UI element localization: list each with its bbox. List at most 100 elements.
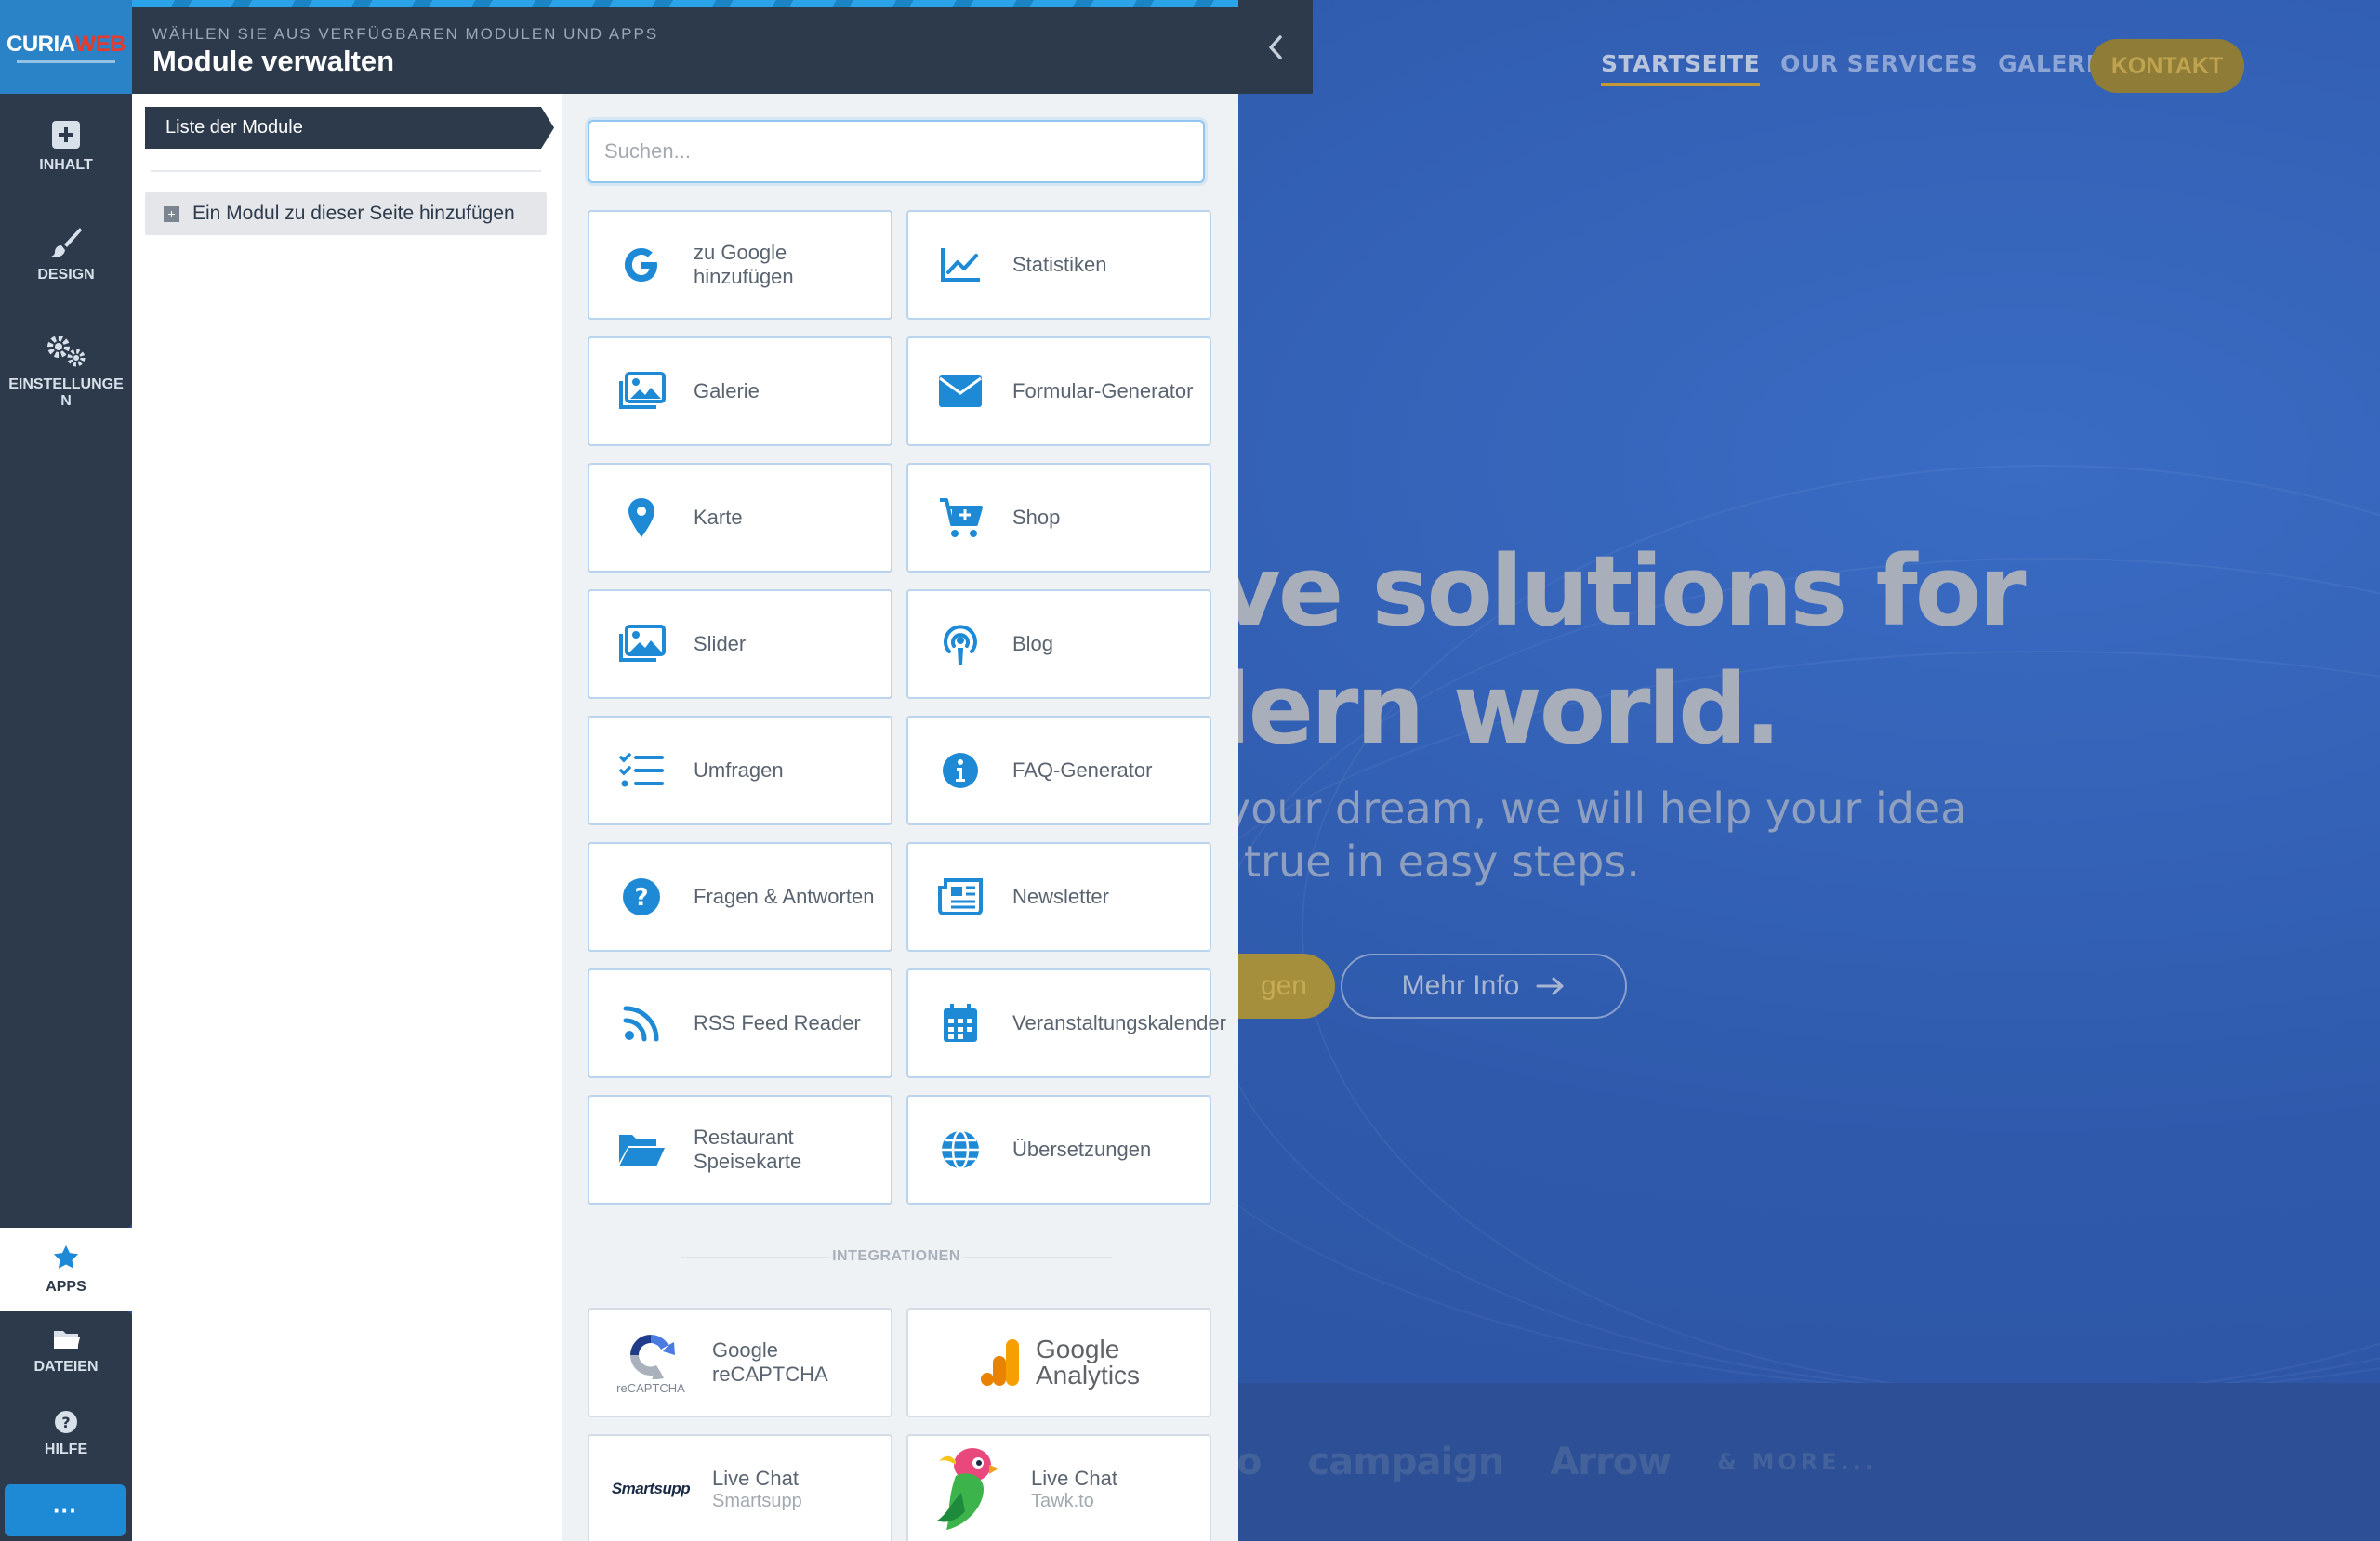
question-circle-icon: ? bbox=[623, 878, 660, 915]
integration-card-label: Live Chat bbox=[1031, 1467, 1117, 1490]
site-nav-services[interactable]: OUR SERVICES bbox=[1780, 50, 1977, 86]
podcast-icon bbox=[944, 625, 977, 665]
module-card-formular[interactable]: Formular-Generator bbox=[906, 336, 1211, 446]
sidebar-item-hilfe[interactable]: ? HILFE bbox=[0, 1410, 132, 1458]
google-icon bbox=[625, 248, 657, 282]
question-icon: ? bbox=[55, 1411, 77, 1433]
module-card-shop[interactable]: Shop bbox=[906, 463, 1211, 573]
svg-text:?: ? bbox=[634, 884, 648, 912]
hero-title-line2: lern world. bbox=[1218, 652, 1781, 766]
sidebar-item-label: DATEIEN bbox=[33, 1359, 99, 1375]
module-list-pane: Liste der Module + Ein Modul zu dieser S… bbox=[132, 94, 562, 1541]
sidebar-item-design[interactable]: DESIGN bbox=[0, 226, 132, 283]
hero-more-info-button[interactable]: Mehr Info bbox=[1341, 954, 1627, 1019]
integration-card-smartsupp[interactable]: Smartsupp Live Chat Smartsupp bbox=[588, 1434, 892, 1541]
collapse-panel-button[interactable] bbox=[1238, 0, 1313, 94]
newspaper-icon bbox=[938, 878, 983, 915]
recaptcha-icon bbox=[630, 1334, 675, 1379]
star-icon bbox=[53, 1245, 79, 1269]
plus-icon: + bbox=[164, 205, 179, 222]
module-card-label: Karte bbox=[694, 506, 743, 529]
module-card-uebersetzungen[interactable]: Übersetzungen bbox=[906, 1095, 1211, 1205]
gallery-icon bbox=[619, 372, 666, 409]
module-card-speisekarte[interactable]: Restaurant Speisekarte bbox=[588, 1095, 892, 1205]
module-card-karte[interactable]: Karte bbox=[588, 463, 892, 573]
integration-card-sublabel: Smartsupp bbox=[712, 1491, 802, 1511]
tawk-parrot-icon bbox=[937, 1448, 998, 1530]
integration-card-tawk[interactable]: Live Chat Tawk.to bbox=[906, 1434, 1211, 1541]
module-card-rss[interactable]: RSS Feed Reader bbox=[588, 968, 892, 1078]
sidebar-item-apps[interactable]: APPS bbox=[0, 1228, 132, 1311]
search-input[interactable] bbox=[588, 120, 1205, 183]
chevron-left-icon bbox=[1269, 34, 1282, 59]
module-card-umfragen[interactable]: Umfragen bbox=[588, 716, 892, 825]
module-card-label: Restaurant Speisekarte bbox=[694, 1126, 802, 1173]
globe-icon bbox=[942, 1129, 979, 1170]
sidebar-item-einstellungen[interactable]: EINSTELLUNGEN bbox=[0, 334, 132, 410]
partner-logo: campaign bbox=[1307, 1441, 1504, 1483]
app-logo[interactable]: CURIAWEB bbox=[0, 0, 132, 94]
integrations-heading: INTEGRATIONEN bbox=[588, 1248, 1205, 1265]
sidebar-item-label: DESIGN bbox=[37, 267, 95, 283]
module-card-label: Umfragen bbox=[694, 758, 784, 782]
site-nav-startseite[interactable]: STARTSEITE bbox=[1601, 50, 1761, 86]
integration-card-label: Google Analytics bbox=[1036, 1335, 1141, 1390]
partner-logo-more: & MORE... bbox=[1717, 1449, 1877, 1475]
add-module-button[interactable]: + Ein Modul zu dieser Seite hinzufügen bbox=[145, 192, 547, 235]
hero-title-line1: ve solutions for bbox=[1218, 534, 2027, 648]
smartsupp-logo: Smartsupp bbox=[611, 1480, 691, 1497]
module-card-label: Veranstaltungskalender bbox=[1012, 1011, 1226, 1034]
partner-logo: o bbox=[1236, 1441, 1263, 1483]
module-card-label: RSS Feed Reader bbox=[694, 1011, 861, 1034]
module-card-label: Formular-Generator bbox=[1012, 379, 1194, 402]
module-card-label: FAQ-Generator bbox=[1012, 758, 1153, 782]
hero-subtitle-line1: your dream, we will help your idea bbox=[1225, 784, 1967, 834]
module-card-slider[interactable]: Slider bbox=[588, 589, 892, 699]
module-card-label: zu Google hinzufügen bbox=[694, 241, 794, 288]
module-card-label: Blog bbox=[1012, 632, 1054, 655]
module-card-label: Übersetzungen bbox=[1012, 1138, 1152, 1161]
module-card-galerie[interactable]: Galerie bbox=[588, 336, 892, 446]
sidebar-item-inhalt[interactable]: INHALT bbox=[0, 120, 132, 174]
analytics-icon bbox=[981, 1339, 1019, 1386]
sidebar-item-label: INHALT bbox=[39, 157, 93, 173]
tab-module-list[interactable]: Liste der Module bbox=[145, 107, 554, 149]
integration-card-label: Live Chat bbox=[712, 1467, 799, 1490]
gears-icon bbox=[47, 336, 86, 367]
module-card-fragen[interactable]: ? Fragen & Antworten bbox=[588, 842, 892, 952]
hero-more-info-label: Mehr Info bbox=[1401, 970, 1520, 1001]
integration-card-sublabel: Tawk.to bbox=[1031, 1491, 1094, 1511]
integration-card-label: Google reCAPTCHA bbox=[712, 1338, 828, 1386]
logo-text-b: WEB bbox=[74, 31, 126, 57]
header-stripe bbox=[132, 0, 1238, 7]
module-card-kalender[interactable]: Veranstaltungskalender bbox=[906, 968, 1226, 1078]
module-card-blog[interactable]: Blog bbox=[906, 589, 1211, 699]
brush-icon bbox=[51, 228, 82, 257]
header-kicker: WÄHLEN SIE AUS VERFÜGBAREN MODULEN UND A… bbox=[152, 25, 659, 43]
module-card-faq[interactable]: FAQ-Generator bbox=[906, 716, 1211, 825]
checklist-icon bbox=[619, 753, 664, 787]
calendar-icon bbox=[944, 1004, 977, 1042]
more-options-button[interactable]: ··· bbox=[5, 1484, 126, 1536]
integration-card-analytics[interactable]: Google Analytics bbox=[906, 1308, 1211, 1417]
rss-icon bbox=[623, 1006, 659, 1042]
module-card-google[interactable]: zu Google hinzufügen bbox=[588, 210, 892, 320]
line-chart-icon bbox=[941, 248, 980, 282]
main-sidebar: INHALT DESIGN EINSTELLUNGEN bbox=[0, 94, 132, 1228]
partner-logos: o campaign Arrow & MORE... bbox=[1236, 1383, 2380, 1541]
folder-icon bbox=[54, 1331, 80, 1349]
recaptcha-caption: reCAPTCHA bbox=[616, 1380, 685, 1395]
site-contact-button[interactable]: KONTAKT bbox=[2090, 39, 2244, 93]
envelope-icon bbox=[939, 375, 982, 407]
arrow-right-icon bbox=[1536, 977, 1564, 995]
sidebar-item-dateien[interactable]: DATEIEN bbox=[0, 1327, 132, 1376]
module-header: WÄHLEN SIE AUS VERFÜGBAREN MODULEN UND A… bbox=[0, 0, 1313, 94]
integration-card-recaptcha[interactable]: reCAPTCHA Google reCAPTCHA bbox=[588, 1308, 892, 1417]
sidebar-item-label: HILFE bbox=[44, 1442, 88, 1457]
module-card-statistiken[interactable]: Statistiken bbox=[906, 210, 1211, 320]
site-nav: STARTSEITE OUR SERVICES GALERIE bbox=[1601, 50, 2111, 86]
logo-text-a: CURIA bbox=[7, 31, 75, 57]
sidebar-item-label: APPS bbox=[46, 1279, 86, 1295]
module-card-newsletter[interactable]: Newsletter bbox=[906, 842, 1211, 952]
plus-square-icon bbox=[52, 121, 80, 149]
